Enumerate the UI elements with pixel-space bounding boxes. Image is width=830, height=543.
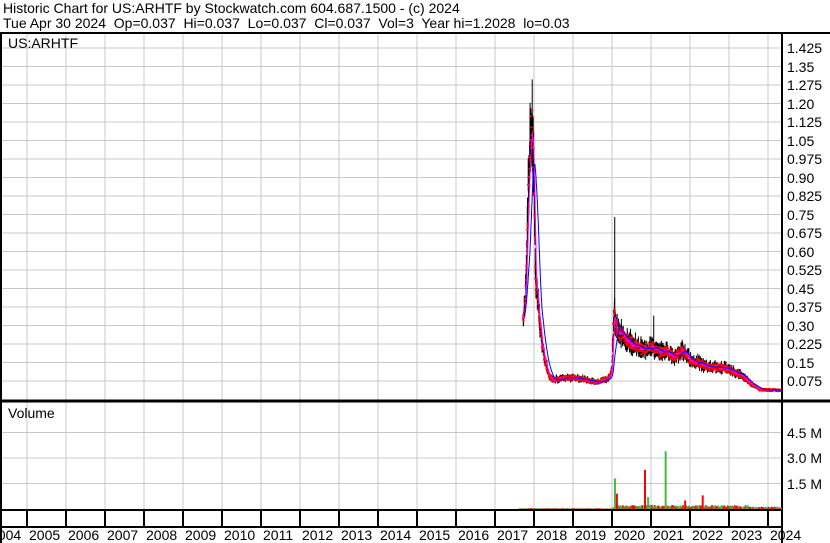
volume-spike-bar [701, 495, 704, 509]
stock-chart [0, 32, 830, 543]
x-tick-label: 2015 [419, 527, 451, 543]
price-tick-label: 1.20 [787, 95, 815, 112]
x-tick-label: 2012 [302, 527, 334, 543]
symbol-label: US:ARHTF [8, 35, 78, 51]
x-tick-label: 2021 [653, 527, 685, 543]
volume-tick-label: 1.5 M [787, 475, 823, 492]
close-point [529, 143, 532, 146]
close-point [670, 350, 673, 353]
x-tick-label: 2007 [107, 527, 139, 543]
price-tick-label: 1.35 [787, 58, 815, 75]
price-tick-label: 0.975 [787, 151, 823, 167]
close-point [529, 115, 532, 118]
volume-spike-bar [615, 493, 618, 509]
x-tick-label: 2006 [68, 527, 100, 543]
x-tick-label: 2014 [380, 527, 412, 543]
close-point [644, 344, 647, 347]
close-point [665, 345, 668, 348]
close-point [531, 109, 534, 112]
close-point [702, 360, 705, 363]
price-tick-label: 1.05 [787, 132, 815, 149]
close-point [613, 308, 616, 311]
close-point [677, 357, 680, 360]
close-point [530, 126, 533, 129]
close-point [630, 336, 633, 339]
price-tick-label: 1.125 [787, 114, 823, 130]
volume-tick-label: 4.5 M [787, 424, 823, 441]
close-point [637, 342, 640, 345]
x-tick-label: 2024 [770, 527, 802, 543]
volume-tick-label: 3.0 M [787, 450, 823, 466]
volume-spike-bar [613, 478, 616, 509]
x-tick-label: 2005 [29, 527, 61, 543]
close-point [641, 343, 644, 346]
price-tick-label: 0.375 [787, 299, 823, 315]
price-tick-label: 0.90 [787, 169, 815, 186]
close-point [527, 175, 530, 178]
close-point [625, 344, 628, 347]
price-tick-label: 0.675 [787, 225, 823, 241]
x-tick-label: 2010 [224, 527, 256, 543]
close-point [613, 313, 616, 316]
close-point [535, 292, 538, 295]
long-moving-average-line [524, 163, 781, 391]
volume-spike-bar [647, 497, 650, 509]
price-tick-label: 1.425 [787, 40, 823, 56]
price-tick-label: 0.525 [787, 262, 823, 278]
price-tick-label: 0.45 [787, 280, 815, 297]
close-point [653, 349, 656, 352]
close-point [678, 350, 681, 353]
close-point [534, 289, 537, 292]
x-tick-label: 2008 [146, 527, 178, 543]
price-tick-label: 0.825 [787, 188, 823, 204]
close-point [633, 348, 636, 351]
price-tick-label: 0.225 [787, 336, 823, 352]
price-tick-label: 0.30 [787, 317, 815, 334]
volume-panel-label: Volume [8, 405, 55, 421]
close-point [612, 310, 615, 313]
x-tick-label: 2023 [731, 527, 763, 543]
close-point [645, 342, 648, 345]
volume-spike-bar [684, 500, 687, 509]
close-point [634, 340, 637, 343]
close-point [523, 297, 526, 300]
close-point [636, 347, 639, 350]
volume-bar [780, 507, 782, 509]
x-tick-label: 2004 [0, 527, 22, 543]
volume-spike-bar [643, 469, 646, 509]
x-tick-label: 2020 [614, 527, 646, 543]
close-point [522, 320, 525, 323]
x-tick-label: 2017 [497, 527, 529, 543]
x-tick-label: 2011 [263, 527, 294, 543]
x-tick-label: 2013 [341, 527, 373, 543]
close-point [652, 342, 655, 345]
price-tick-label: 1.275 [787, 77, 823, 93]
x-tick-label: 2022 [692, 527, 724, 543]
price-tick-label: 0.15 [787, 354, 815, 371]
close-point [532, 130, 535, 133]
close-point [635, 349, 638, 352]
x-tick-label: 2018 [536, 527, 568, 543]
x-tick-label: 2016 [458, 527, 490, 543]
x-tick-label: 2019 [575, 527, 607, 543]
volume-spike-bar [729, 505, 732, 509]
price-tick-label: 0.60 [787, 243, 815, 260]
volume-spike-bar [664, 451, 667, 509]
price-tick-label: 0.075 [787, 373, 823, 389]
price-tick-label: 0.75 [787, 206, 815, 223]
close-point [675, 358, 678, 361]
x-tick-label: 2009 [185, 527, 217, 543]
